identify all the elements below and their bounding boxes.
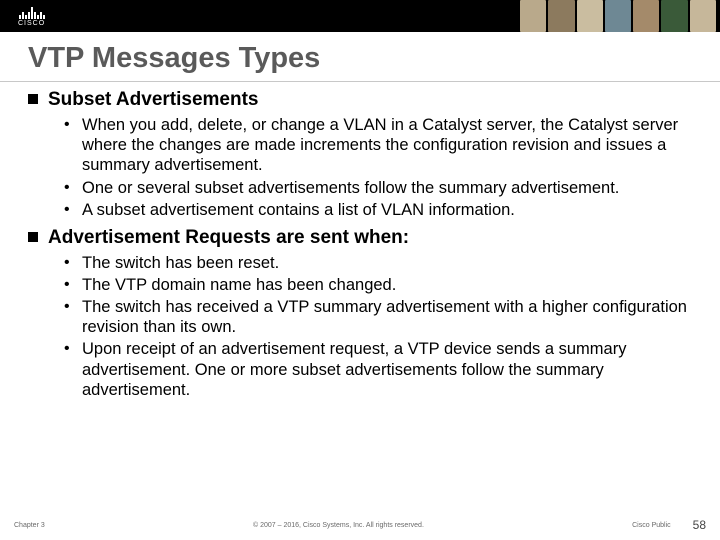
slide-title: VTP Messages Types bbox=[0, 32, 720, 82]
footer-page-number: 58 bbox=[693, 518, 706, 532]
footer: Chapter 3 © 2007 – 2016, Cisco Systems, … bbox=[0, 518, 720, 532]
list-item: One or several subset advertisements fol… bbox=[64, 178, 692, 198]
header-bar: CISCO bbox=[0, 0, 720, 32]
slide-content: Subset Advertisements When you add, dele… bbox=[0, 88, 720, 400]
section-heading-1: Subset Advertisements bbox=[28, 88, 692, 111]
header-photo-strip bbox=[520, 0, 720, 32]
cisco-logo-bars bbox=[19, 6, 45, 19]
footer-copyright: © 2007 – 2016, Cisco Systems, Inc. All r… bbox=[45, 522, 632, 529]
footer-chapter: Chapter 3 bbox=[14, 522, 45, 529]
list-item: The switch has received a VTP summary ad… bbox=[64, 297, 692, 337]
section-2-list: The switch has been reset. The VTP domai… bbox=[28, 253, 692, 400]
section-1-list: When you add, delete, or change a VLAN i… bbox=[28, 115, 692, 220]
section-heading-2-text: Advertisement Requests are sent when: bbox=[48, 226, 409, 249]
footer-public: Cisco Public bbox=[632, 522, 671, 529]
list-item: A subset advertisement contains a list o… bbox=[64, 200, 692, 220]
cisco-logo-text: CISCO bbox=[18, 20, 45, 27]
list-item: The VTP domain name has been changed. bbox=[64, 275, 692, 295]
list-item: The switch has been reset. bbox=[64, 253, 692, 273]
cisco-logo: CISCO bbox=[18, 6, 45, 27]
square-bullet-icon bbox=[28, 232, 38, 242]
section-heading-2: Advertisement Requests are sent when: bbox=[28, 226, 692, 249]
list-item: When you add, delete, or change a VLAN i… bbox=[64, 115, 692, 175]
square-bullet-icon bbox=[28, 94, 38, 104]
list-item: Upon receipt of an advertisement request… bbox=[64, 339, 692, 399]
section-heading-1-text: Subset Advertisements bbox=[48, 88, 258, 111]
